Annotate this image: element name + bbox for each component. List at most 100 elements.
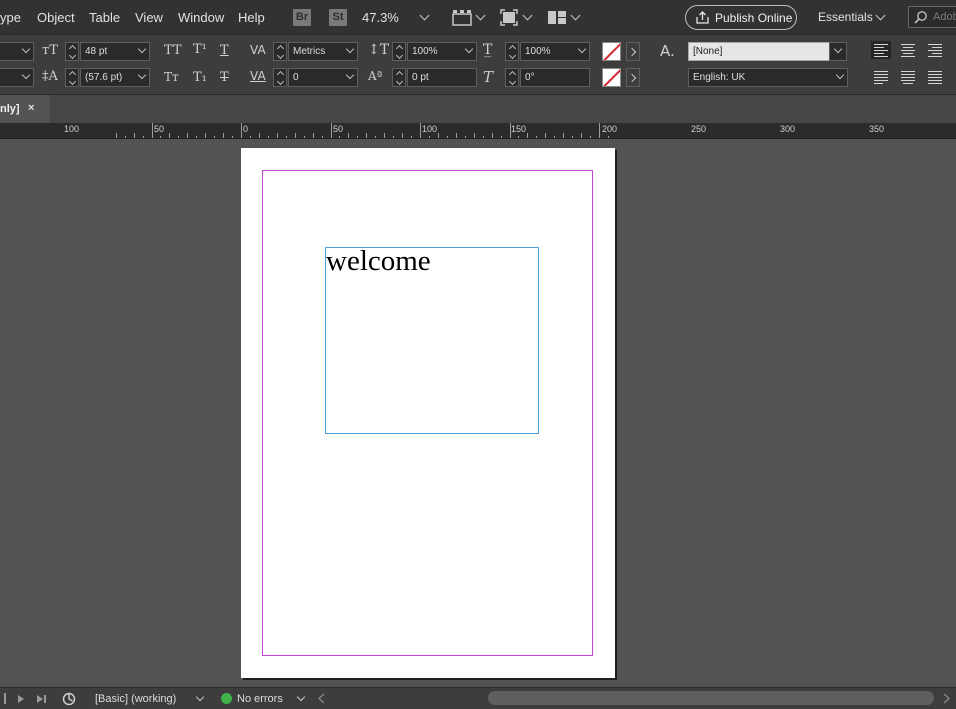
skew-stepper[interactable] [505, 68, 519, 87]
control-panel: ᴛT 48 pt ‡A (57.6 pt) TT T¹ T Tᴛ T₁ T VA… [0, 35, 956, 95]
subscript-button[interactable]: T₁ [193, 70, 207, 85]
pasteboard[interactable]: welcome [0, 139, 956, 687]
document-tab[interactable]: nly] × [0, 95, 50, 123]
ruler-tick [152, 123, 153, 138]
errors-dropdown-icon[interactable] [296, 692, 306, 702]
superscript-button[interactable]: T¹ [193, 42, 207, 57]
kerning-field[interactable]: Metrics [288, 42, 358, 61]
baseline-shift-field[interactable]: 0 pt [407, 68, 477, 87]
font-size-icon: ᴛT [42, 43, 58, 58]
scroll-left-icon[interactable] [318, 693, 325, 704]
search-input[interactable]: Adob [908, 6, 956, 28]
justify-left-button[interactable] [871, 68, 891, 86]
ruler-label: 0 [243, 124, 249, 134]
vertical-scale-field[interactable]: 100% [407, 42, 477, 61]
leading-value: (57.6 pt) [85, 72, 123, 83]
tracking-icon: VA [250, 69, 266, 83]
workspace-switcher[interactable]: Essentials [818, 10, 873, 24]
zoom-level[interactable]: 47.3% [362, 10, 399, 25]
justify-all-button[interactable] [925, 68, 945, 86]
horizontal-scale-field[interactable]: 100% [520, 42, 590, 61]
ruler-label: 250 [691, 124, 707, 134]
kerning-value: Metrics [293, 46, 326, 57]
horizontal-scrollbar[interactable] [488, 691, 934, 705]
small-caps-button[interactable]: Tᴛ [164, 70, 179, 84]
horizontal-scale-stepper[interactable] [505, 42, 519, 61]
menu-table[interactable]: Table [89, 10, 120, 25]
tracking-stepper[interactable] [273, 68, 287, 87]
ruler-tick [331, 123, 332, 138]
menu-type[interactable]: ype [0, 10, 21, 25]
tracking-value: 0 [293, 72, 299, 83]
text-frame[interactable]: welcome [325, 244, 539, 434]
leading-icon: ‡A [42, 69, 58, 84]
error-status: No errors [237, 693, 283, 705]
menu-help[interactable]: Help [238, 10, 265, 25]
align-center-button[interactable] [898, 41, 918, 59]
align-right-button[interactable] [925, 41, 945, 59]
screen-mode-dropdown-icon[interactable] [522, 10, 533, 21]
publish-online-button[interactable]: Publish Online [685, 5, 797, 30]
menu-object[interactable]: Object [37, 10, 75, 25]
fill-swatch[interactable] [602, 42, 621, 61]
character-style-field[interactable]: [None] [688, 42, 830, 61]
preflight-icon[interactable] [62, 691, 77, 706]
character-style-dropdown[interactable] [829, 42, 847, 61]
ruler-label: 50 [154, 124, 165, 134]
vertical-scale-stepper[interactable] [392, 42, 406, 61]
baseline-shift-icon: Aª [368, 69, 383, 83]
menu-bar: ype Object Table View Window Help Br St … [0, 0, 956, 35]
preflight-profile[interactable]: [Basic] (working) [95, 693, 176, 705]
workspace-dropdown-icon[interactable] [875, 10, 886, 21]
font-family-field[interactable] [0, 42, 34, 61]
ruler-tick [241, 123, 242, 138]
leading-field[interactable]: (57.6 pt) [80, 68, 150, 87]
horizontal-ruler[interactable]: 100 50 0 50 100 150 200 250 300 350 [0, 123, 956, 139]
kerning-stepper[interactable] [273, 42, 287, 61]
skew-icon: T [483, 68, 494, 86]
screen-mode-icon[interactable] [500, 9, 518, 26]
font-size-field[interactable]: 48 pt [80, 42, 150, 61]
next-page-icon[interactable] [17, 694, 25, 704]
ruler-tick [599, 123, 600, 138]
baseline-shift-stepper[interactable] [392, 68, 406, 87]
language-value: English: UK [693, 72, 746, 83]
profile-dropdown-icon[interactable] [195, 692, 205, 702]
all-caps-button[interactable]: TT [164, 43, 182, 58]
justify-center-button[interactable] [898, 68, 918, 86]
stroke-swatch[interactable] [602, 68, 621, 87]
arrange-dropdown-icon[interactable] [570, 10, 581, 21]
frame-text[interactable]: welcome [326, 244, 431, 279]
arrange-documents-icon[interactable] [547, 10, 567, 25]
leading-stepper[interactable] [65, 68, 79, 87]
underline-button[interactable]: T [220, 43, 229, 58]
view-options-icon[interactable] [452, 9, 472, 26]
ruler-label: 100 [64, 124, 80, 134]
status-bar: [Basic] (working) No errors [0, 687, 956, 709]
ruler-tick [510, 123, 511, 138]
zoom-dropdown-icon[interactable] [419, 10, 430, 21]
bridge-button[interactable]: Br [293, 9, 311, 26]
menu-window[interactable]: Window [178, 10, 224, 25]
skew-field[interactable]: 0° [520, 68, 590, 87]
vertical-scale-icon: ↕T [368, 42, 390, 58]
document-page[interactable]: welcome [241, 148, 615, 678]
previous-page-icon[interactable] [4, 693, 8, 704]
skew-value: 0° [525, 72, 535, 83]
scroll-right-icon[interactable] [943, 693, 950, 704]
menu-view[interactable]: View [135, 10, 163, 25]
font-style-field[interactable] [0, 68, 34, 87]
font-size-stepper[interactable] [65, 42, 79, 61]
stroke-menu-button[interactable] [626, 68, 640, 87]
search-icon [914, 11, 927, 24]
language-field[interactable]: English: UK [688, 68, 848, 87]
strikethrough-button[interactable]: T [220, 70, 229, 85]
close-tab-icon[interactable]: × [28, 102, 34, 114]
stock-button[interactable]: St [329, 9, 347, 26]
fill-menu-button[interactable] [626, 42, 640, 61]
view-options-dropdown-icon[interactable] [475, 10, 486, 21]
align-left-button[interactable] [871, 41, 891, 59]
tracking-field[interactable]: 0 [288, 68, 358, 87]
last-page-icon[interactable] [36, 694, 47, 704]
ruler-label: 50 [333, 124, 344, 134]
